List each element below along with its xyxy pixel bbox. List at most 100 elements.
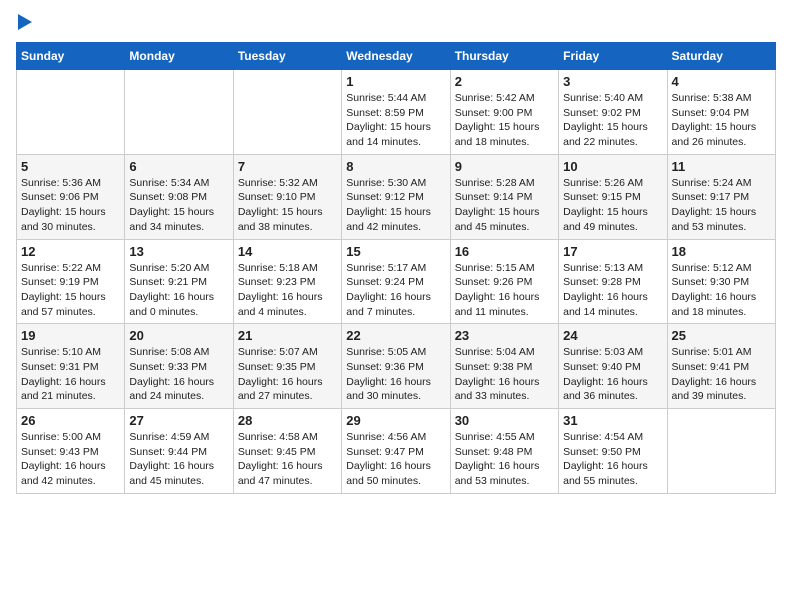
calendar-day-cell: 31 Sunrise: 4:54 AM Sunset: 9:50 PM Dayli… (559, 409, 667, 494)
calendar-day-cell: 14 Sunrise: 5:18 AM Sunset: 9:23 PM Dayli… (233, 239, 341, 324)
calendar-day-cell: 24Sunrise: 5:03 AM Sunset: 9:40 PM Dayli… (559, 324, 667, 409)
calendar-day-cell: 4 Sunrise: 5:38 AM Sunset: 9:04 PM Daylig… (667, 70, 775, 155)
day-number: 12 (21, 244, 120, 259)
day-of-week-header: Tuesday (233, 43, 341, 70)
day-number: 28 (238, 413, 337, 428)
calendar-day-cell: 2 Sunrise: 5:42 AM Sunset: 9:00 PM Daylig… (450, 70, 558, 155)
day-number: 31 (563, 413, 662, 428)
calendar-day-cell: 12 Sunrise: 5:22 AM Sunset: 9:19 PM Dayli… (17, 239, 125, 324)
calendar-day-cell: 9Sunrise: 5:28 AM Sunset: 9:14 PM Daylig… (450, 154, 558, 239)
calendar-day-cell (233, 70, 341, 155)
day-info: Sunrise: 5:34 AM Sunset: 9:08 PM Dayligh… (129, 176, 228, 235)
calendar-header-row: SundayMondayTuesdayWednesdayThursdayFrid… (17, 43, 776, 70)
day-info: Sunrise: 5:20 AM Sunset: 9:21 PM Dayligh… (129, 261, 228, 320)
day-info: Sunrise: 5:15 AM Sunset: 9:26 PM Dayligh… (455, 261, 554, 320)
day-number: 26 (21, 413, 120, 428)
calendar-week-row: 26 Sunrise: 5:00 AM Sunset: 9:43 PM Dayli… (17, 409, 776, 494)
day-number: 17 (563, 244, 662, 259)
day-info: Sunrise: 5:38 AM Sunset: 9:04 PM Dayligh… (672, 91, 771, 150)
day-number: 11 (672, 159, 771, 174)
day-info: Sunrise: 5:44 AM Sunset: 8:59 PM Dayligh… (346, 91, 445, 150)
calendar-day-cell: 18Sunrise: 5:12 AM Sunset: 9:30 PM Dayli… (667, 239, 775, 324)
day-number: 5 (21, 159, 120, 174)
day-of-week-header: Wednesday (342, 43, 450, 70)
calendar-day-cell: 8Sunrise: 5:30 AM Sunset: 9:12 PM Daylig… (342, 154, 450, 239)
calendar-day-cell: 22 Sunrise: 5:05 AM Sunset: 9:36 PM Dayli… (342, 324, 450, 409)
day-number: 14 (238, 244, 337, 259)
day-info: Sunrise: 5:05 AM Sunset: 9:36 PM Dayligh… (346, 345, 445, 404)
day-info: Sunrise: 5:00 AM Sunset: 9:43 PM Dayligh… (21, 430, 120, 489)
day-info: Sunrise: 5:13 AM Sunset: 9:28 PM Dayligh… (563, 261, 662, 320)
day-number: 16 (455, 244, 554, 259)
day-number: 9 (455, 159, 554, 174)
day-number: 13 (129, 244, 228, 259)
day-number: 2 (455, 74, 554, 89)
day-number: 25 (672, 328, 771, 343)
calendar-day-cell: 5 Sunrise: 5:36 AM Sunset: 9:06 PM Daylig… (17, 154, 125, 239)
calendar-week-row: 19 Sunrise: 5:10 AM Sunset: 9:31 PM Dayli… (17, 324, 776, 409)
day-info: Sunrise: 5:10 AM Sunset: 9:31 PM Dayligh… (21, 345, 120, 404)
day-number: 29 (346, 413, 445, 428)
calendar-day-cell: 15Sunrise: 5:17 AM Sunset: 9:24 PM Dayli… (342, 239, 450, 324)
day-info: Sunrise: 5:24 AM Sunset: 9:17 PM Dayligh… (672, 176, 771, 235)
day-number: 8 (346, 159, 445, 174)
calendar-day-cell: 29 Sunrise: 4:56 AM Sunset: 9:47 PM Dayli… (342, 409, 450, 494)
day-info: Sunrise: 5:36 AM Sunset: 9:06 PM Dayligh… (21, 176, 120, 235)
calendar-day-cell: 26 Sunrise: 5:00 AM Sunset: 9:43 PM Dayli… (17, 409, 125, 494)
calendar-day-cell: 13 Sunrise: 5:20 AM Sunset: 9:21 PM Dayli… (125, 239, 233, 324)
day-info: Sunrise: 4:56 AM Sunset: 9:47 PM Dayligh… (346, 430, 445, 489)
day-number: 18 (672, 244, 771, 259)
day-info: Sunrise: 4:54 AM Sunset: 9:50 PM Dayligh… (563, 430, 662, 489)
calendar-day-cell: 20Sunrise: 5:08 AM Sunset: 9:33 PM Dayli… (125, 324, 233, 409)
calendar-day-cell: 23Sunrise: 5:04 AM Sunset: 9:38 PM Dayli… (450, 324, 558, 409)
day-number: 24 (563, 328, 662, 343)
day-info: Sunrise: 5:08 AM Sunset: 9:33 PM Dayligh… (129, 345, 228, 404)
day-info: Sunrise: 4:55 AM Sunset: 9:48 PM Dayligh… (455, 430, 554, 489)
calendar-day-cell: 7 Sunrise: 5:32 AM Sunset: 9:10 PM Daylig… (233, 154, 341, 239)
calendar-day-cell: 3 Sunrise: 5:40 AM Sunset: 9:02 PM Daylig… (559, 70, 667, 155)
calendar-day-cell (17, 70, 125, 155)
calendar-day-cell (125, 70, 233, 155)
day-number: 22 (346, 328, 445, 343)
day-info: Sunrise: 5:17 AM Sunset: 9:24 PM Dayligh… (346, 261, 445, 320)
day-number: 30 (455, 413, 554, 428)
page-header (16, 16, 776, 30)
day-info: Sunrise: 5:40 AM Sunset: 9:02 PM Dayligh… (563, 91, 662, 150)
calendar-day-cell (667, 409, 775, 494)
day-of-week-header: Thursday (450, 43, 558, 70)
calendar-week-row: 1 Sunrise: 5:44 AM Sunset: 8:59 PM Daylig… (17, 70, 776, 155)
day-of-week-header: Monday (125, 43, 233, 70)
calendar-week-row: 12 Sunrise: 5:22 AM Sunset: 9:19 PM Dayli… (17, 239, 776, 324)
logo-arrow-icon (18, 14, 32, 30)
calendar-day-cell: 21 Sunrise: 5:07 AM Sunset: 9:35 PM Dayli… (233, 324, 341, 409)
day-number: 3 (563, 74, 662, 89)
calendar-day-cell: 11 Sunrise: 5:24 AM Sunset: 9:17 PM Dayli… (667, 154, 775, 239)
day-number: 6 (129, 159, 228, 174)
calendar-day-cell: 17 Sunrise: 5:13 AM Sunset: 9:28 PM Dayli… (559, 239, 667, 324)
calendar-week-row: 5 Sunrise: 5:36 AM Sunset: 9:06 PM Daylig… (17, 154, 776, 239)
day-of-week-header: Saturday (667, 43, 775, 70)
calendar-day-cell: 25Sunrise: 5:01 AM Sunset: 9:41 PM Dayli… (667, 324, 775, 409)
calendar-day-cell: 6 Sunrise: 5:34 AM Sunset: 9:08 PM Daylig… (125, 154, 233, 239)
day-info: Sunrise: 4:59 AM Sunset: 9:44 PM Dayligh… (129, 430, 228, 489)
day-info: Sunrise: 5:07 AM Sunset: 9:35 PM Dayligh… (238, 345, 337, 404)
day-info: Sunrise: 5:26 AM Sunset: 9:15 PM Dayligh… (563, 176, 662, 235)
day-number: 4 (672, 74, 771, 89)
day-number: 27 (129, 413, 228, 428)
day-number: 19 (21, 328, 120, 343)
calendar-day-cell: 30 Sunrise: 4:55 AM Sunset: 9:48 PM Dayli… (450, 409, 558, 494)
day-info: Sunrise: 5:42 AM Sunset: 9:00 PM Dayligh… (455, 91, 554, 150)
day-number: 1 (346, 74, 445, 89)
calendar-day-cell: 16 Sunrise: 5:15 AM Sunset: 9:26 PM Dayli… (450, 239, 558, 324)
day-number: 7 (238, 159, 337, 174)
day-info: Sunrise: 5:32 AM Sunset: 9:10 PM Dayligh… (238, 176, 337, 235)
day-info: Sunrise: 5:18 AM Sunset: 9:23 PM Dayligh… (238, 261, 337, 320)
day-number: 21 (238, 328, 337, 343)
day-info: Sunrise: 4:58 AM Sunset: 9:45 PM Dayligh… (238, 430, 337, 489)
logo (16, 16, 32, 30)
day-of-week-header: Friday (559, 43, 667, 70)
calendar-day-cell: 10 Sunrise: 5:26 AM Sunset: 9:15 PM Dayli… (559, 154, 667, 239)
calendar-day-cell: 28 Sunrise: 4:58 AM Sunset: 9:45 PM Dayli… (233, 409, 341, 494)
day-info: Sunrise: 5:22 AM Sunset: 9:19 PM Dayligh… (21, 261, 120, 320)
day-number: 10 (563, 159, 662, 174)
